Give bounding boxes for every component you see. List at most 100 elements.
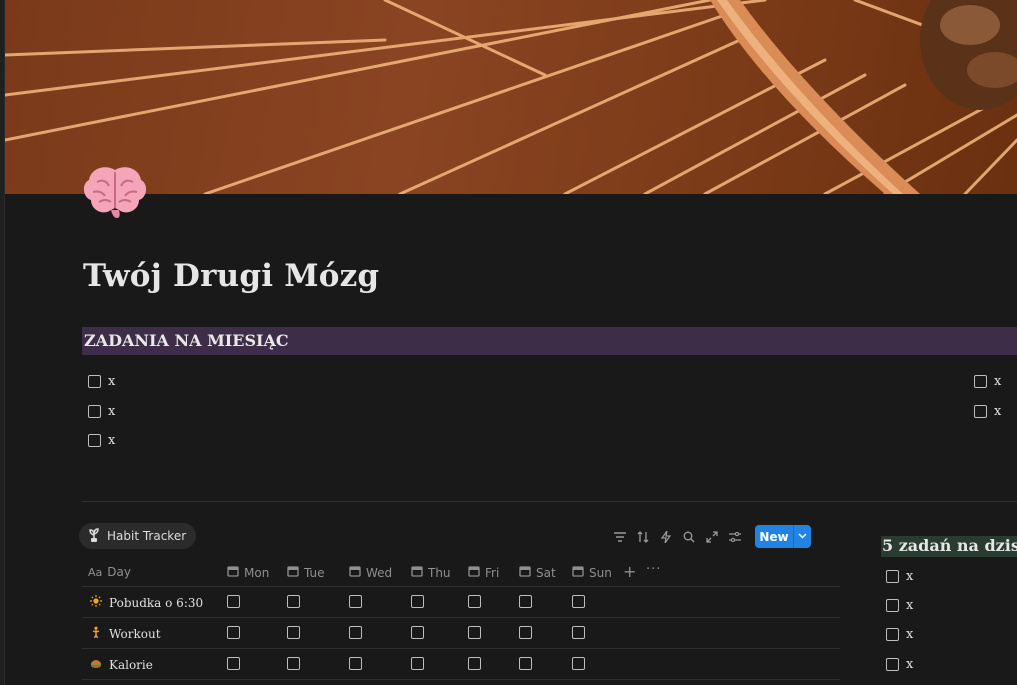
today-todo-item[interactable]: x bbox=[886, 625, 913, 643]
todo-checkbox[interactable] bbox=[974, 404, 987, 418]
habit-checkbox[interactable] bbox=[572, 657, 585, 670]
month-todo-item[interactable]: x bbox=[88, 431, 115, 449]
column-header-sun[interactable]: Sun bbox=[572, 565, 612, 580]
table-row[interactable]: Pobudka o 6:30 bbox=[82, 587, 840, 618]
column-header-thu[interactable]: Thu bbox=[411, 565, 451, 580]
table-header: Aa Day Mon Tue Wed Thu Fri Sat Sun + ··· bbox=[82, 556, 840, 587]
habit-checkbox[interactable] bbox=[519, 626, 532, 639]
column-header-day[interactable]: Aa Day bbox=[88, 565, 131, 579]
sort-icon[interactable] bbox=[635, 529, 651, 545]
todo-checkbox[interactable] bbox=[886, 657, 899, 671]
column-label: Wed bbox=[366, 565, 393, 580]
row-label: Pobudka o 6:30 bbox=[109, 595, 204, 610]
todo-checkbox[interactable] bbox=[886, 569, 899, 583]
new-button-label: New bbox=[759, 529, 789, 544]
column-header-wed[interactable]: Wed bbox=[349, 565, 392, 580]
column-header-fri[interactable]: Fri bbox=[468, 565, 499, 580]
column-label: Sun bbox=[589, 565, 612, 580]
todo-label: x bbox=[906, 597, 914, 613]
today-todo-item[interactable]: x bbox=[886, 567, 913, 585]
search-icon[interactable] bbox=[681, 529, 697, 545]
habit-checkbox[interactable] bbox=[572, 595, 585, 608]
row-label: Kalorie bbox=[109, 657, 153, 672]
todo-label: x bbox=[906, 568, 914, 584]
todo-label: x bbox=[906, 656, 914, 672]
todo-checkbox[interactable] bbox=[88, 404, 101, 418]
settings-icon[interactable] bbox=[727, 529, 743, 545]
habit-checkbox[interactable] bbox=[468, 626, 481, 639]
todo-label: x bbox=[994, 403, 1002, 419]
habit-checkbox[interactable] bbox=[411, 595, 424, 608]
month-todo-item[interactable]: x bbox=[88, 372, 115, 390]
page-title[interactable]: Twój Drugi Mózg bbox=[83, 258, 379, 294]
habit-tracker-table: Aa Day Mon Tue Wed Thu Fri Sat Sun + ···… bbox=[82, 556, 840, 680]
habit-checkbox[interactable] bbox=[468, 657, 481, 670]
habit-checkbox[interactable] bbox=[468, 595, 481, 608]
table-row[interactable]: Workout bbox=[82, 618, 840, 649]
expand-icon[interactable] bbox=[704, 529, 720, 545]
row-title[interactable]: Pobudka o 6:30 bbox=[90, 595, 203, 610]
todo-checkbox[interactable] bbox=[88, 374, 101, 388]
chevron-down-icon[interactable] bbox=[794, 531, 811, 542]
row-title[interactable]: Workout bbox=[90, 626, 161, 641]
automation-icon[interactable] bbox=[658, 529, 674, 545]
column-label: Tue bbox=[304, 565, 325, 580]
add-column-icon[interactable]: + bbox=[623, 562, 636, 581]
todo-checkbox[interactable] bbox=[88, 433, 101, 447]
todo-checkbox[interactable] bbox=[974, 374, 987, 388]
habit-checkbox[interactable] bbox=[349, 595, 362, 608]
habit-checkbox[interactable] bbox=[227, 595, 240, 608]
table-row[interactable]: Kalorie bbox=[82, 649, 840, 680]
column-label: Day bbox=[107, 565, 131, 579]
database-toolbar bbox=[612, 526, 743, 548]
new-button[interactable]: New bbox=[755, 525, 811, 548]
habit-checkbox[interactable] bbox=[287, 657, 300, 670]
month-tasks-heading[interactable]: ZADANIA NA MIESIĄC bbox=[82, 327, 1017, 355]
plant-icon bbox=[87, 527, 101, 545]
section-divider bbox=[82, 501, 1017, 502]
habit-checkbox[interactable] bbox=[349, 657, 362, 670]
month-todo-item[interactable]: x bbox=[974, 372, 1001, 390]
todo-checkbox[interactable] bbox=[886, 627, 899, 641]
month-todo-item[interactable]: x bbox=[88, 402, 115, 420]
column-header-tue[interactable]: Tue bbox=[287, 565, 325, 580]
column-header-mon[interactable]: Mon bbox=[227, 565, 269, 580]
habit-checkbox[interactable] bbox=[287, 595, 300, 608]
habit-checkbox[interactable] bbox=[519, 595, 532, 608]
row-title[interactable]: Kalorie bbox=[90, 657, 153, 672]
sun-icon bbox=[90, 595, 102, 610]
more-options-icon[interactable]: ··· bbox=[646, 562, 661, 577]
column-label: Fri bbox=[485, 565, 500, 580]
habit-checkbox[interactable] bbox=[287, 626, 300, 639]
habit-checkbox[interactable] bbox=[349, 626, 362, 639]
view-tab-label: Habit Tracker bbox=[107, 529, 187, 543]
todo-label: x bbox=[994, 373, 1002, 389]
title-property-icon: Aa bbox=[88, 565, 103, 579]
filter-icon[interactable] bbox=[612, 529, 628, 545]
habit-checkbox[interactable] bbox=[411, 657, 424, 670]
brain-icon[interactable] bbox=[81, 164, 149, 220]
column-header-sat[interactable]: Sat bbox=[519, 565, 556, 580]
cover-image bbox=[5, 0, 1017, 194]
habit-checkbox[interactable] bbox=[227, 626, 240, 639]
dumbbell-icon bbox=[90, 626, 102, 641]
calendar-icon bbox=[287, 565, 299, 580]
today-tasks-heading[interactable]: 5 zadań na dzisia bbox=[881, 536, 1017, 557]
month-todo-item[interactable]: x bbox=[974, 402, 1001, 420]
food-icon bbox=[90, 657, 102, 672]
column-label: Sat bbox=[536, 565, 556, 580]
todo-label: x bbox=[108, 432, 116, 448]
habit-checkbox[interactable] bbox=[572, 626, 585, 639]
todo-label: x bbox=[108, 403, 116, 419]
habit-tracker-view-tab[interactable]: Habit Tracker bbox=[79, 523, 197, 549]
column-label: Thu bbox=[428, 565, 451, 580]
row-label: Workout bbox=[109, 626, 161, 641]
today-todo-item[interactable]: x bbox=[886, 596, 913, 614]
habit-checkbox[interactable] bbox=[411, 626, 424, 639]
today-todo-item[interactable]: x bbox=[886, 655, 913, 673]
habit-checkbox[interactable] bbox=[519, 657, 532, 670]
calendar-icon bbox=[227, 565, 239, 580]
calendar-icon bbox=[349, 565, 361, 580]
todo-checkbox[interactable] bbox=[886, 598, 899, 612]
habit-checkbox[interactable] bbox=[227, 657, 240, 670]
